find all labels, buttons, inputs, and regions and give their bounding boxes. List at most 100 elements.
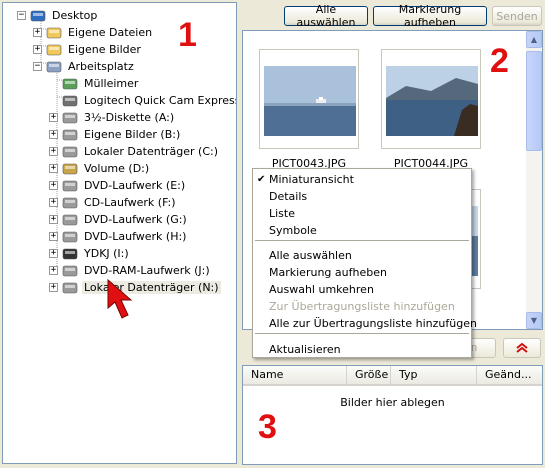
tree-item-label: Lokaler Datenträger (N:): [82, 281, 221, 294]
column-header-type[interactable]: Typ: [391, 366, 477, 384]
menu-item[interactable]: Symbole: [253, 222, 471, 239]
send-button[interactable]: Senden: [492, 6, 542, 26]
context-menu: ✔ Miniaturansicht Details Liste Symbole Alle …: [252, 168, 477, 358]
dvd-drive-icon: [62, 212, 78, 227]
expand-icon[interactable]: +: [33, 28, 42, 37]
tree-item-label: Desktop: [52, 9, 98, 22]
menu-item-label: Symbole: [269, 224, 317, 237]
menu-item[interactable]: Alle zur Übertragungsliste hinzufügen: [253, 315, 477, 332]
recycle-bin-icon: [62, 76, 78, 91]
expand-icon[interactable]: +: [49, 181, 58, 190]
floppy-drive-icon: [62, 110, 78, 125]
hard-drive-icon: [62, 280, 78, 295]
menu-item[interactable]: ✔ Miniaturansicht: [253, 171, 471, 188]
expand-icon[interactable]: +: [49, 266, 58, 275]
menu-item[interactable]: Aktualisieren: [253, 341, 471, 358]
expand-icon[interactable]: +: [49, 215, 58, 224]
expand-icon[interactable]: +: [49, 198, 58, 207]
column-header-name[interactable]: Name: [243, 366, 347, 384]
double-chevron-up-icon: [516, 342, 528, 353]
expand-icon[interactable]: +: [49, 147, 58, 156]
transfer-list[interactable]: Name Größe Typ Geänd... Bilder hier able…: [242, 365, 543, 465]
tree-item-label: Arbeitsplatz: [68, 60, 134, 73]
annotation-number-1: 1: [178, 16, 197, 54]
folder-tree[interactable]: − Desktop + Eigene Dateien + Eigene Bilder − Ar…: [2, 2, 237, 464]
menu-item[interactable]: Details: [253, 188, 471, 205]
expand-icon[interactable]: +: [49, 113, 58, 122]
menu-item[interactable]: Zur Übertragungsliste hinzufügen: [253, 298, 471, 315]
dvd-ram-drive-icon: [62, 263, 78, 278]
tree-item[interactable]: + DVD-Laufwerk (E:): [49, 177, 187, 194]
annotation-number-2: 2: [490, 42, 509, 80]
vertical-scrollbar[interactable]: ▲ ▼: [526, 31, 542, 329]
menu-item-label: Alle zur Übertragungsliste hinzufügen: [269, 317, 477, 330]
collapse-icon[interactable]: −: [17, 11, 26, 20]
menu-item-label: Alle auswählen: [269, 249, 352, 262]
photo-thumbnail-image: [386, 66, 478, 136]
tree-item-label: Logitech Quick Cam Express: [84, 94, 237, 107]
cd-drive-icon: [62, 195, 78, 210]
tree-item[interactable]: + Lokaler Datenträger (C:): [49, 143, 220, 160]
tree-item-label: 3½-Diskette (A:): [84, 111, 175, 124]
scroll-up-icon[interactable]: ▲: [526, 31, 542, 48]
tree-item[interactable]: − Desktop: [17, 7, 99, 24]
menu-item[interactable]: Liste: [253, 205, 471, 222]
clear-selection-button[interactable]: Markierung aufheben: [373, 3, 487, 29]
menu-item-label: Details: [269, 190, 308, 203]
tree-item[interactable]: + CD-Laufwerk (F:): [49, 194, 178, 211]
tree-item-label: Eigene Bilder (B:): [84, 128, 181, 141]
tree-item[interactable]: + DVD-Laufwerk (G:): [49, 211, 189, 228]
tree-item[interactable]: + Eigene Bilder (B:): [49, 126, 182, 143]
checkmark-icon: ✔: [257, 174, 266, 185]
menu-item-label: Miniaturansicht: [269, 173, 354, 186]
tree-item-label: Eigene Bilder: [68, 43, 141, 56]
menu-item-label: Zur Übertragungsliste hinzufügen: [269, 300, 455, 313]
expand-icon[interactable]: +: [49, 283, 58, 292]
expand-icon[interactable]: +: [33, 45, 42, 54]
menu-item-label: Liste: [269, 207, 295, 220]
expand-icon[interactable]: +: [49, 164, 58, 173]
tree-item-label: DVD-Laufwerk (G:): [84, 213, 187, 226]
tree-item[interactable]: +3½-Diskette (A:): [49, 109, 176, 126]
tree-item[interactable]: + DVD-Laufwerk (H:): [49, 228, 188, 245]
column-header-modified[interactable]: Geänd...: [477, 366, 542, 384]
collapse-button[interactable]: [503, 338, 541, 358]
tree-item-label: Mülleimer: [84, 77, 139, 90]
column-header-size[interactable]: Größe: [347, 366, 391, 384]
annotation-number-3: 3: [258, 408, 277, 446]
tree-item-label: Eigene Dateien: [68, 26, 153, 39]
thumbnail-item[interactable]: [259, 49, 359, 149]
tree-item[interactable]: + DVD-RAM-Laufwerk (J:): [49, 262, 212, 279]
menu-separator: [255, 240, 469, 241]
select-all-button[interactable]: Alle auswählen: [284, 3, 368, 29]
tree-item[interactable]: Logitech Quick Cam Express: [49, 92, 237, 109]
tree-item-label: CD-Laufwerk (F:): [84, 196, 176, 209]
expand-icon[interactable]: +: [49, 249, 58, 258]
game-disc-icon: [62, 246, 78, 261]
thumbnail-item[interactable]: [381, 49, 481, 149]
menu-item[interactable]: Markierung aufheben: [253, 264, 471, 281]
tree-item[interactable]: + Eigene Bilder: [33, 41, 143, 58]
drive-folder-icon: [62, 161, 78, 176]
menu-item[interactable]: Alle auswählen: [253, 247, 471, 264]
menu-separator: [255, 333, 469, 334]
tree-item[interactable]: − Arbeitsplatz: [33, 58, 136, 75]
network-drive-icon: [62, 127, 78, 142]
folder-icon: [46, 25, 62, 40]
menu-item[interactable]: Auswahl umkehren: [253, 281, 471, 298]
computer-icon: [46, 59, 62, 74]
scroll-down-icon[interactable]: ▼: [526, 312, 542, 329]
webcam-icon: [62, 93, 78, 108]
dvd-drive-icon: [62, 229, 78, 244]
tree-item[interactable]: Mülleimer: [49, 75, 140, 92]
tree-item-label: DVD-Laufwerk (H:): [84, 230, 187, 243]
tree-item[interactable]: + Volume (D:): [49, 160, 151, 177]
drop-hint-text: Bilder hier ablegen: [340, 396, 445, 409]
expand-icon[interactable]: +: [49, 130, 58, 139]
collapse-icon[interactable]: −: [33, 62, 42, 71]
tree-item[interactable]: + Eigene Dateien: [33, 24, 154, 41]
scrollbar-thumb[interactable]: [526, 51, 542, 151]
tree-item[interactable]: + YDKJ (I:): [49, 245, 131, 262]
expand-icon[interactable]: +: [49, 232, 58, 241]
menu-item-label: Aktualisieren: [269, 343, 341, 356]
